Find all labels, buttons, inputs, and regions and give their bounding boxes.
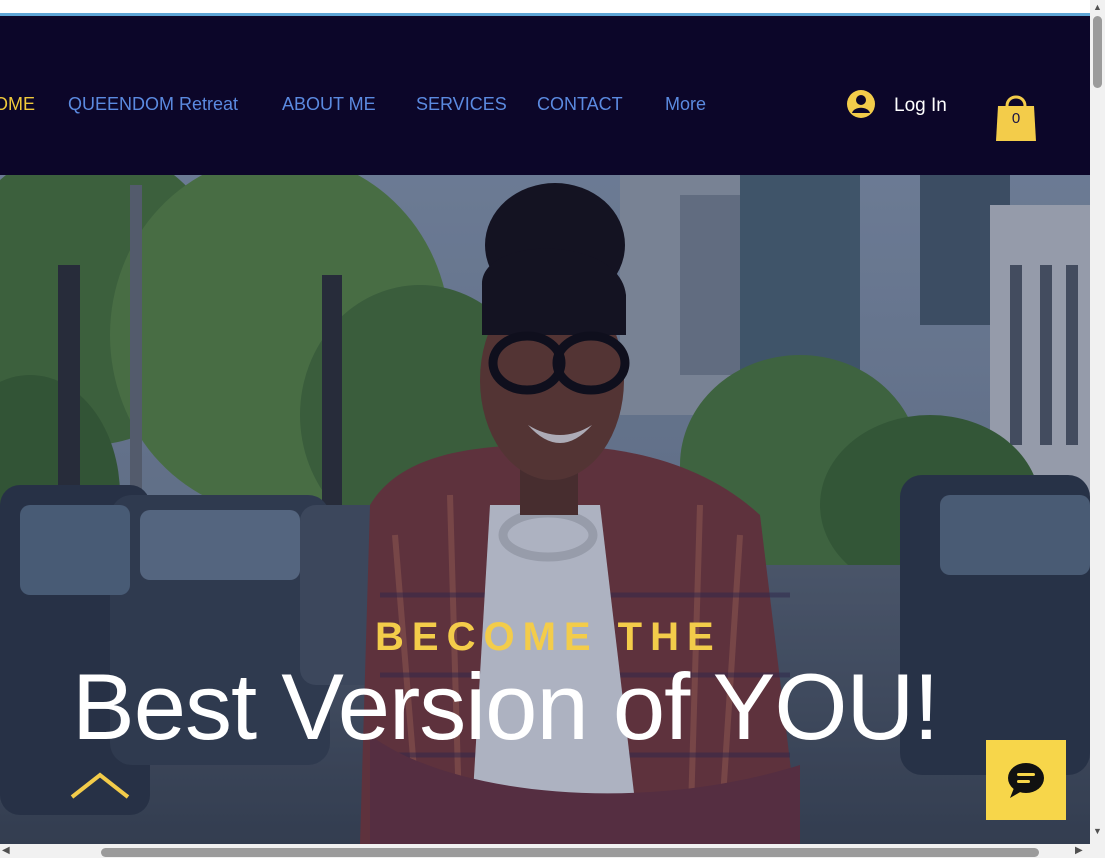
nav-item-home[interactable]: OME [0,94,35,115]
horizontal-scrollbar[interactable]: ◀ ▶ [0,844,1105,858]
nav-item-queendom-retreat[interactable]: QUEENDOM Retreat [68,94,238,115]
vertical-scroll-thumb[interactable] [1093,16,1102,88]
cart-button[interactable]: 0 [994,88,1038,142]
chevron-up-icon[interactable] [70,771,130,801]
hero-headline: Best Version of YOU! [72,654,939,759]
hero-section: BECOME THE Best Version of YOU! [0,175,1090,844]
nav-item-about-me[interactable]: ABOUT ME [282,94,376,115]
login-label: Log In [894,95,947,116]
chat-bubble-icon [1008,763,1044,798]
chat-button[interactable] [986,740,1066,820]
nav-item-services[interactable]: SERVICES [416,94,507,115]
scroll-up-arrow-icon[interactable]: ▲ [1093,2,1102,12]
nav-item-contact[interactable]: CONTACT [537,94,623,115]
scroll-down-arrow-icon[interactable]: ▼ [1093,826,1102,836]
site-header: OME QUEENDOM Retreat ABOUT ME SERVICES C… [0,16,1090,175]
horizontal-scroll-thumb[interactable] [101,848,1039,857]
user-avatar-icon [846,89,876,124]
nav-item-more[interactable]: More [665,94,706,115]
scroll-left-arrow-icon[interactable]: ◀ [2,845,10,856]
login-button[interactable]: Log In [846,89,947,124]
browser-top-strip [0,0,1090,13]
cart-count: 0 [1011,110,1021,127]
vertical-scrollbar[interactable]: ▲ ▼ [1090,0,1105,844]
scroll-right-arrow-icon[interactable]: ▶ [1075,845,1083,856]
